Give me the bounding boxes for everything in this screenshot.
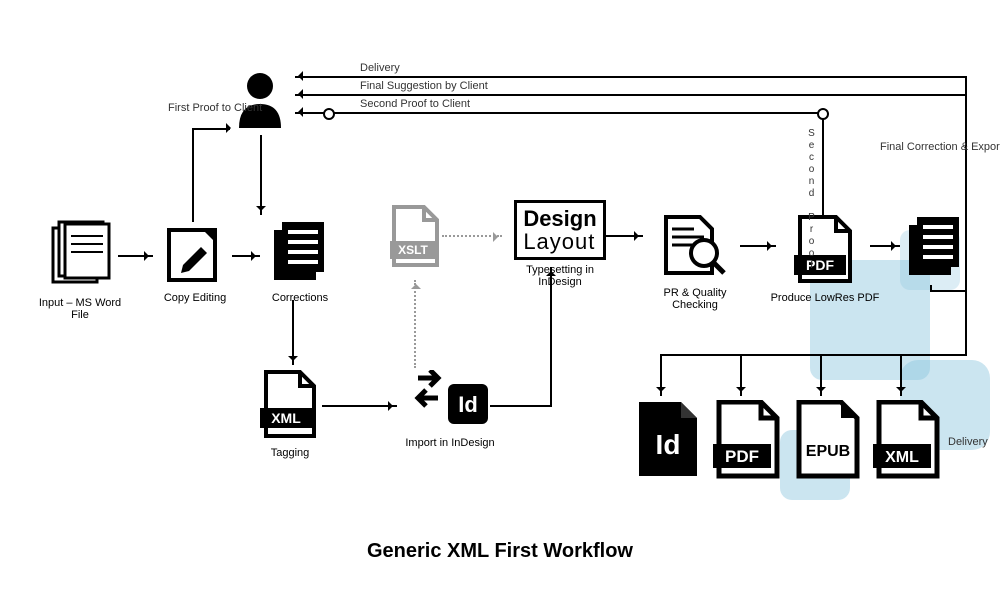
- lined-documents-icon: [905, 215, 965, 280]
- node-pr-qc-label: PR & Quality Checking: [640, 287, 750, 311]
- node-corrections: Corrections: [260, 220, 340, 304]
- output-id: Id: [630, 400, 705, 483]
- line-import-to-design-v: [550, 275, 552, 405]
- arrow-import-to-design-head: [550, 267, 552, 275]
- design-text: Design: [523, 207, 596, 230]
- label-second-proof-client: Second Proof to Client: [360, 98, 470, 110]
- node-pr-qc: PR & Quality Checking: [640, 215, 750, 311]
- svg-text:Id: Id: [458, 392, 478, 417]
- darrow-xslt-to-design: [442, 235, 502, 237]
- arrow-xml-to-import: [322, 405, 397, 407]
- node-lowres-pdf-label: Produce LowRes PDF: [770, 292, 880, 304]
- epub-file-icon: EPUB: [793, 400, 863, 480]
- svg-text:XML: XML: [271, 410, 301, 426]
- svg-text:XSLT: XSLT: [398, 243, 428, 257]
- node-final-doc: [900, 215, 970, 283]
- darrow-import-to-xslt: [414, 280, 416, 368]
- node-tagging-label: Tagging: [250, 447, 330, 459]
- label-final-correction: Final Correction & Export: [880, 140, 970, 155]
- svg-text:EPUB: EPUB: [805, 443, 849, 460]
- output-xml: XML: [870, 400, 945, 483]
- label-first-proof: First Proof to Client: [168, 102, 228, 115]
- edit-document-icon: [163, 220, 228, 285]
- node-xslt: XSLT: [380, 205, 450, 273]
- arrow-corrections-to-xml: [292, 300, 294, 365]
- label-delivery-top: Delivery: [360, 62, 400, 74]
- documents-icon: [45, 220, 115, 290]
- pdf-file-icon: PDF: [713, 400, 783, 480]
- node-import-id: Id Import in InDesign: [400, 370, 500, 449]
- output-epub: EPUB: [790, 400, 865, 483]
- lined-documents-icon: [270, 220, 330, 285]
- design-layout-box: Design Layout: [514, 200, 605, 260]
- node-input-label: Input – MS Word File: [30, 297, 130, 321]
- indesign-file-icon: Id: [633, 400, 703, 480]
- label-final-suggestion: Final Suggestion by Client: [360, 80, 488, 92]
- line-import-to-design-h: [490, 405, 552, 407]
- output-pdf: PDF: [710, 400, 785, 483]
- node-lowres-pdf: PDF Produce LowRes PDF: [770, 215, 880, 304]
- xslt-file-icon: XSLT: [388, 205, 443, 270]
- xml-file-icon: XML: [260, 370, 320, 440]
- magnify-document-icon: [660, 215, 730, 280]
- node-tagging: XML Tagging: [250, 370, 330, 459]
- svg-text:Id: Id: [655, 429, 680, 460]
- label-second-proof: Second Proof: [806, 128, 817, 272]
- diagram-title: Generic XML First Workflow: [0, 540, 1000, 563]
- svg-text:PDF: PDF: [725, 447, 759, 466]
- arrow-client-to-corrections: [260, 135, 262, 215]
- node-typesetting-label: Typesetting in InDesign: [505, 264, 615, 288]
- xml-file-icon: XML: [873, 400, 943, 480]
- arrow-qc-to-pdf: [740, 245, 776, 247]
- node-corrections-label: Corrections: [260, 292, 340, 304]
- arrow-input-to-copyedit: [118, 255, 153, 257]
- arrow-design-to-qc: [605, 235, 643, 237]
- node-input: Input – MS Word File: [30, 220, 130, 321]
- node-typesetting: Design Layout Typesetting in InDesign: [505, 200, 615, 288]
- arrow-pdf-to-final: [870, 245, 900, 247]
- import-indesign-icon: Id: [410, 370, 490, 430]
- pdf-file-icon: PDF: [794, 215, 856, 285]
- node-copy-editing-label: Copy Editing: [155, 292, 235, 304]
- arrow-copyedit-to-corrections: [232, 255, 260, 257]
- layout-text: Layout: [523, 230, 596, 253]
- label-delivery-out: Delivery: [948, 436, 988, 448]
- svg-text:XML: XML: [885, 449, 919, 466]
- node-copy-editing: Copy Editing: [155, 220, 235, 304]
- user-icon: [233, 70, 288, 130]
- node-import-id-label: Import in InDesign: [400, 437, 500, 449]
- workflow-diagram: Input – MS Word File Copy Editing Correc…: [0, 0, 1000, 600]
